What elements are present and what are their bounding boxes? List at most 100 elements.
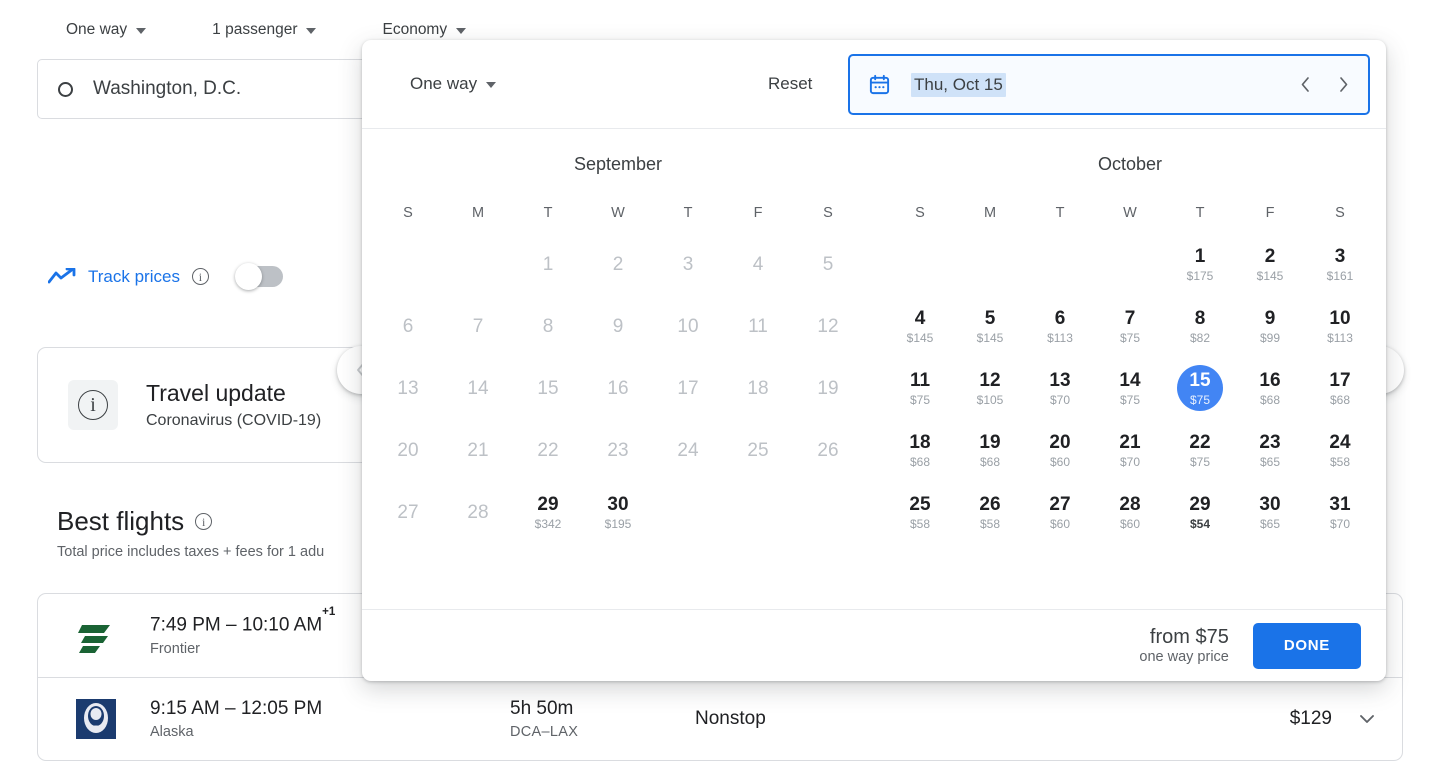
info-icon: i [78,390,108,420]
calendar-day-cell[interactable]: 15 $75 [1165,365,1235,427]
next-day-button[interactable] [1335,75,1352,94]
calendar-day-cell[interactable]: 2 $145 [1235,241,1305,303]
calendar-day-cell[interactable]: 30 $195 [583,489,653,551]
calendar-day-price: $113 [1327,330,1353,345]
calendar-day-cell[interactable]: 1 $175 [1165,241,1235,303]
calendar-day-cell: 27 [373,489,443,551]
calendar-day-number: 9 [1264,307,1276,329]
calendar-day-cell: 14 [443,365,513,427]
calendar-day-cell: 5 [793,241,863,303]
calendar-day-cell[interactable]: 5 $145 [955,303,1025,365]
calendar-day-box: 20 $60 [1037,427,1083,473]
calendar-day-box: 10 [665,303,711,349]
calendar-day-box: 24 $58 [1317,427,1363,473]
reset-button[interactable]: Reset [768,74,812,94]
calendar-day-number: 6 [402,315,414,337]
calendar-day-cell[interactable]: 19 $68 [955,427,1025,489]
trip-type-label: One way [66,21,128,38]
calendar-day-cell[interactable]: 28 $60 [1095,489,1165,551]
track-prices-toggle[interactable] [234,263,283,290]
calendar-day-cell[interactable]: 20 $60 [1025,427,1095,489]
calendar-day-price: $145 [1256,268,1284,283]
travel-update-title: Travel update [146,380,286,406]
calendar-day-price: $60 [1049,516,1071,531]
done-button[interactable]: DONE [1252,622,1361,669]
calendar-day-price: $68 [1329,392,1351,407]
calendar-day-cell: 12 [793,303,863,365]
info-icon[interactable]: i [195,513,213,530]
calendar-day-cell[interactable]: 4 $145 [885,303,955,365]
calendar-day-cell: 19 [793,365,863,427]
track-prices-label[interactable]: Track prices [88,267,180,287]
calendar-day-price: $60 [1049,454,1071,469]
calendar-day-cell[interactable]: 10 $113 [1305,303,1375,365]
info-icon[interactable]: i [191,268,209,285]
passengers-dropdown[interactable]: 1 passenger [202,15,326,45]
calendar-day-number: 23 [1259,431,1281,453]
travel-update-subtitle: Coronavirus (COVID-19) [146,412,322,429]
date-picker-header: One way Reset Thu, Oct 15 [362,40,1386,129]
departure-date-input[interactable]: Thu, Oct 15 [848,54,1370,115]
calendar-day-box: 29 $54 [1177,489,1223,535]
calendar-day-cell[interactable]: 23 $65 [1235,427,1305,489]
calendar-day-box: 27 [385,489,431,535]
calendar-day-cell[interactable]: 27 $60 [1025,489,1095,551]
calendar-day-box: 2 $145 [1247,241,1293,287]
calendar-day-cell[interactable]: 9 $99 [1235,303,1305,365]
calendar-day-cell[interactable]: 13 $70 [1025,365,1095,427]
calendar-day-cell[interactable]: 25 $58 [885,489,955,551]
calendar-day-cell[interactable]: 24 $58 [1305,427,1375,489]
calendar-day-cell[interactable]: 12 $105 [955,365,1025,427]
table-row[interactable]: 9:15 AM – 12:05 PM Alaska 5h 50m DCA–LAX… [37,677,1403,761]
calendar-day-number: 4 [914,307,926,329]
travel-update-text: Travel update Coronavirus (COVID-19) [146,380,321,430]
calendar-day-cell[interactable]: 18 $68 [885,427,955,489]
calendar-day-number: 5 [984,307,996,329]
calendar-day-cell[interactable]: 16 $68 [1235,365,1305,427]
calendar-day-number: 22 [1189,431,1211,453]
calendar-day-cell[interactable]: 26 $58 [955,489,1025,551]
calendar-day-cell[interactable]: 22 $75 [1165,427,1235,489]
calendar-day-cell[interactable]: 29 $342 [513,489,583,551]
calendar-day-number: 21 [467,439,489,461]
calendar-day-cell[interactable]: 7 $75 [1095,303,1165,365]
calendar-day-price: $65 [1259,454,1281,469]
flight-times-text: 7:49 PM – 10:10 AM [150,614,323,636]
calendar-day-cell: 3 [653,241,723,303]
calendar-day-cell[interactable]: 3 $161 [1305,241,1375,303]
calendar-day-price: $342 [534,516,562,531]
calendar-day-cell[interactable]: 29 $54 [1165,489,1235,551]
weekday-header: W [1123,205,1137,221]
calendar-day-cell[interactable]: 30 $65 [1235,489,1305,551]
calendar-day-box: 9 [595,303,641,349]
calendar-month-title: September [573,154,663,174]
cheapest-price-summary: from $75 one way price [1139,626,1228,665]
chevron-down-icon [1360,715,1374,723]
calendar-day-number: 19 [979,431,1001,453]
calendar-day-box: 3 $161 [1317,241,1363,287]
calendar-day-number: 9 [612,315,624,337]
calendar-day-cell[interactable]: 14 $75 [1095,365,1165,427]
calendar-day-number: 17 [677,377,699,399]
calendar-day-cell[interactable]: 21 $70 [1095,427,1165,489]
calendar-day-cell[interactable]: 31 $70 [1305,489,1375,551]
panel-trip-type-dropdown[interactable]: One way [410,74,497,94]
calendar-day-box: 1 $175 [1177,241,1223,287]
calendar-day-number: 24 [677,439,699,461]
expand-flight-button[interactable] [1332,708,1402,730]
calendar-day-number: 29 [1189,493,1211,515]
previous-day-button[interactable] [1297,75,1314,94]
trip-type-dropdown[interactable]: One way [56,15,156,45]
calendar-day-box: 2 [595,241,641,287]
calendar-day-number: 11 [909,369,931,391]
calendar-day-cell: 15 [513,365,583,427]
panel-trip-type-label: One way [410,74,478,93]
calendar-day-price: $70 [1119,454,1141,469]
calendar-day-cell[interactable]: 11 $75 [885,365,955,427]
calendar-day-cell[interactable]: 8 $82 [1165,303,1235,365]
calendar-day-price: $75 [1119,330,1141,345]
calendar-day-cell[interactable]: 17 $68 [1305,365,1375,427]
calendar-day-box: 4 $145 [897,303,943,349]
calendar-day-number: 12 [979,369,1001,391]
calendar-day-cell[interactable]: 6 $113 [1025,303,1095,365]
